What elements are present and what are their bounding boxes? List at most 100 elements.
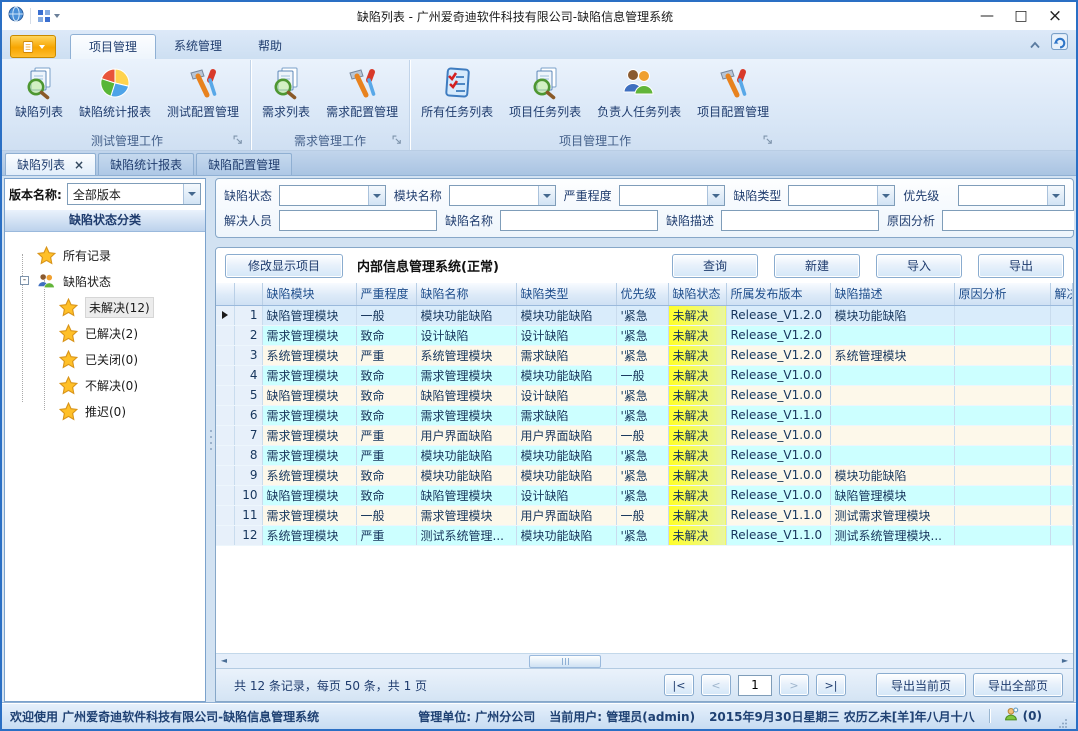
ribbon-help-switch-icon[interactable]	[1051, 33, 1068, 54]
column-header[interactable]: 缺陷类型	[516, 283, 616, 305]
minimize-button[interactable]: —	[970, 5, 1004, 27]
combo-dropdown-button[interactable]	[368, 186, 385, 205]
action-button-查询[interactable]: 查询	[672, 254, 758, 278]
ribbon-button[interactable]: 项目配置管理	[689, 63, 777, 121]
combo-dropdown-button[interactable]	[183, 184, 200, 204]
scroll-right-icon[interactable]: ►	[1057, 654, 1073, 668]
table-row[interactable]: 6需求管理模块致命需求管理模块需求缺陷'紧急未解决Release_V1.1.0	[216, 405, 1073, 425]
row-indicator-cell	[216, 425, 234, 445]
quick-access-grid-icon[interactable]	[37, 9, 60, 23]
ribbon-button[interactable]: 需求配置管理	[318, 63, 406, 121]
action-button-导出[interactable]: 导出	[978, 254, 1064, 278]
version-combobox[interactable]: 全部版本	[67, 183, 201, 205]
ribbon-button[interactable]: 缺陷统计报表	[71, 63, 159, 121]
document-tab[interactable]: 缺陷列表×	[5, 153, 96, 175]
column-header[interactable]: 原因分析	[954, 283, 1050, 305]
action-button-新建[interactable]: 新建	[774, 254, 860, 278]
column-header[interactable]: 所属发布版本	[726, 283, 830, 305]
filter-combobox[interactable]	[279, 185, 386, 206]
filter-combobox[interactable]	[958, 185, 1065, 206]
column-header[interactable]: 缺陷描述	[830, 283, 954, 305]
export-current-page-button[interactable]: 导出当前页	[876, 673, 966, 697]
filter-input[interactable]	[279, 210, 437, 231]
tree-item[interactable]: 已解决(2)	[7, 320, 203, 346]
document-tab[interactable]: 缺陷统计报表	[98, 153, 194, 175]
ribbon-button[interactable]: 所有任务列表	[413, 63, 501, 121]
combo-dropdown-button[interactable]	[707, 186, 724, 205]
ribbon-tab[interactable]: 帮助	[240, 34, 300, 59]
scrollbar-track[interactable]	[232, 654, 1057, 669]
tab-close-icon[interactable]: ×	[74, 158, 84, 172]
document-tab[interactable]: 缺陷配置管理	[196, 153, 292, 175]
row-number-cell: 5	[234, 385, 262, 405]
ribbon-button[interactable]: 负责人任务列表	[589, 63, 689, 121]
pager-nav-button[interactable]: <	[701, 674, 731, 696]
combo-dropdown-button[interactable]	[1047, 186, 1064, 205]
column-header[interactable]: 优先级	[616, 283, 668, 305]
column-header[interactable]: 缺陷状态	[668, 283, 726, 305]
table-row[interactable]: 5缺陷管理模块致命缺陷管理模块设计缺陷'紧急未解决Release_V1.0.0	[216, 385, 1073, 405]
ribbon-button[interactable]: 测试配置管理	[159, 63, 247, 121]
data-cell	[954, 365, 1050, 385]
resize-grip[interactable]	[1058, 717, 1068, 727]
table-row[interactable]: 3系统管理模块严重系统管理模块需求缺陷'紧急未解决Release_V1.2.0系…	[216, 345, 1073, 365]
column-header[interactable]: 严重程度	[356, 283, 416, 305]
tree-collapse-icon[interactable]: -	[20, 276, 29, 285]
page-number-input[interactable]	[738, 675, 772, 696]
pager-nav-button[interactable]: >|	[816, 674, 846, 696]
data-cell	[954, 385, 1050, 405]
pager-nav-button[interactable]: >	[779, 674, 809, 696]
table-row[interactable]: 11需求管理模块一般需求管理模块用户界面缺陷一般未解决Release_V1.1.…	[216, 505, 1073, 525]
filter-input[interactable]	[721, 210, 879, 231]
tree-item[interactable]: 未解决(12)	[7, 294, 203, 320]
column-header[interactable]: 缺陷模块	[262, 283, 356, 305]
table-row[interactable]: 8需求管理模块严重模块功能缺陷模块功能缺陷'紧急未解决Release_V1.0.…	[216, 445, 1073, 465]
data-cell: Release_V1.1.0	[726, 405, 830, 425]
table-row[interactable]: 10缺陷管理模块致命缺陷管理模块设计缺陷'紧急未解决Release_V1.0.0…	[216, 485, 1073, 505]
tree-item[interactable]: 不解决(0)	[7, 372, 203, 398]
table-row[interactable]: 9系统管理模块致命模块功能缺陷模块功能缺陷'紧急未解决Release_V1.0.…	[216, 465, 1073, 485]
dialog-launcher-icon[interactable]	[233, 135, 244, 146]
column-header[interactable]: 缺陷名称	[416, 283, 516, 305]
action-button-导入[interactable]: 导入	[876, 254, 962, 278]
sidebar-splitter[interactable]	[206, 178, 215, 702]
dialog-launcher-icon[interactable]	[392, 135, 403, 146]
combo-dropdown-button[interactable]	[877, 186, 894, 205]
tree-item[interactable]: -缺陷状态	[7, 268, 203, 294]
filter-input[interactable]	[942, 210, 1074, 231]
ribbon-tab[interactable]: 项目管理	[70, 34, 156, 59]
maximize-button[interactable]: □	[1004, 5, 1038, 27]
application-menu-button[interactable]	[10, 35, 56, 58]
tree-item-label: 未解决(12)	[85, 297, 154, 318]
status-cell: 未解决	[668, 445, 726, 465]
modify-columns-button[interactable]: 修改显示项目	[225, 254, 343, 278]
close-button[interactable]: ×	[1038, 5, 1072, 27]
dialog-launcher-icon[interactable]	[763, 135, 774, 146]
ribbon-button[interactable]: 项目任务列表	[501, 63, 589, 121]
table-row[interactable]: 1缺陷管理模块一般模块功能缺陷模块功能缺陷'紧急未解决Release_V1.2.…	[216, 305, 1073, 325]
horizontal-scrollbar[interactable]: ◄ ►	[216, 653, 1073, 668]
tree-item[interactable]: 所有记录	[7, 242, 203, 268]
export-all-pages-button[interactable]: 导出全部页	[973, 673, 1063, 697]
scrollbar-thumb[interactable]	[529, 655, 601, 668]
data-cell	[1050, 365, 1073, 385]
table-row[interactable]: 4需求管理模块致命需求管理模块模块功能缺陷一般未解决Release_V1.0.0	[216, 365, 1073, 385]
ribbon-button[interactable]: 缺陷列表	[7, 63, 71, 121]
ribbon-collapse-chevron-icon[interactable]	[1029, 34, 1041, 53]
filter-combobox[interactable]	[449, 185, 556, 206]
data-cell	[954, 405, 1050, 425]
table-row[interactable]: 2需求管理模块致命设计缺陷设计缺陷'紧急未解决Release_V1.2.0	[216, 325, 1073, 345]
column-header[interactable]: 解决方法	[1050, 283, 1073, 305]
filter-input[interactable]	[500, 210, 658, 231]
table-row[interactable]: 7需求管理模块严重用户界面缺陷用户界面缺陷一般未解决Release_V1.0.0	[216, 425, 1073, 445]
scroll-left-icon[interactable]: ◄	[216, 654, 232, 668]
filter-combobox[interactable]	[788, 185, 895, 206]
tree-item[interactable]: 已关闭(0)	[7, 346, 203, 372]
pager-nav-button[interactable]: |<	[664, 674, 694, 696]
ribbon-tab[interactable]: 系统管理	[156, 34, 240, 59]
filter-combobox[interactable]	[619, 185, 726, 206]
tree-item[interactable]: 推迟(0)	[7, 398, 203, 424]
ribbon-button[interactable]: 需求列表	[254, 63, 318, 121]
table-row[interactable]: 12系统管理模块严重测试系统管理...模块功能缺陷'紧急未解决Release_V…	[216, 525, 1073, 545]
combo-dropdown-button[interactable]	[538, 186, 555, 205]
